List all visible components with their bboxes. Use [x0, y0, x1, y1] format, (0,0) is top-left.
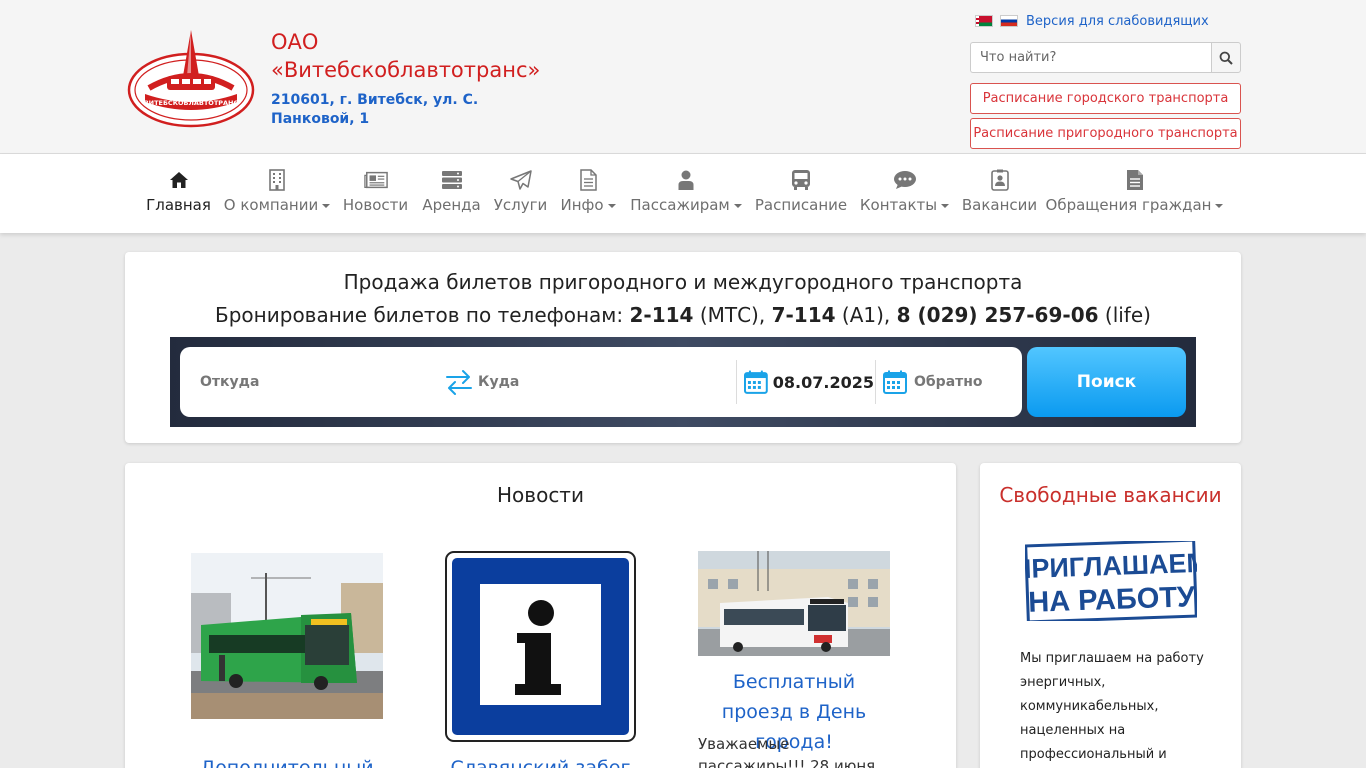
- hiring-stamp-image[interactable]: ПРИГЛАШАЕМ НА РАБОТУ: [1025, 541, 1197, 621]
- news-excerpt-3: Уважаемые пассажиры!!! 28 июня: [698, 735, 876, 768]
- nav-item-about[interactable]: О компании: [223, 168, 331, 220]
- user-icon: [678, 170, 694, 190]
- nav-item-info[interactable]: Инфо: [560, 168, 616, 220]
- nav-item-contacts[interactable]: Контакты: [859, 168, 950, 220]
- nav-label: О компании: [223, 196, 319, 214]
- russia-flag-icon[interactable]: [1000, 15, 1018, 27]
- company-address: 210601, г. Витебск, ул. С. Панковой, 1: [271, 92, 479, 127]
- company-name-line2: «Витебскоблавтотранс»: [271, 58, 541, 82]
- id-badge-icon: [990, 169, 1009, 191]
- chevron-down-icon: [733, 203, 742, 208]
- site-header: ВИТЕБСКОБЛАВТОТРАНС ОАО «Витебскоблавтот…: [0, 0, 1366, 154]
- departure-date-value: 08.07.2025: [772, 372, 874, 392]
- nav-label: Вакансии: [961, 196, 1038, 214]
- news-image-green-bus[interactable]: [191, 553, 383, 719]
- news-panel: Новости Дополнительный Славянский забег: [125, 463, 956, 768]
- vacancies-text: Мы приглашаем на работу энергичных, комм…: [1020, 651, 1204, 762]
- ticket-sales-panel: Продажа билетов пригородного и междугоро…: [125, 252, 1241, 443]
- company-name[interactable]: ОАО «Витебскоблавтотранс»: [271, 28, 571, 84]
- news-image-info-sign[interactable]: [445, 551, 636, 742]
- ticket-search-button[interactable]: Поиск: [1027, 347, 1186, 417]
- field-divider: [736, 360, 737, 404]
- chevron-down-icon: [322, 203, 331, 208]
- nav-item-schedule[interactable]: Расписание: [754, 168, 848, 220]
- ticket-search-form: Откуда Куда 08.07.2025 Обратно: [180, 347, 1022, 417]
- calendar-icon: [883, 370, 907, 394]
- low-vision-link[interactable]: Версия для слабовидящих: [1026, 14, 1209, 29]
- nav-label: Услуги: [493, 196, 548, 214]
- phone-a1[interactable]: 7-114: [772, 303, 836, 327]
- search-input[interactable]: [970, 42, 1211, 73]
- nav-label: Обращения граждан: [1045, 196, 1212, 214]
- nav-label: Расписание: [754, 196, 848, 214]
- phone-life[interactable]: 8 (029) 257-69-06: [897, 303, 1099, 327]
- nav-label: Главная: [146, 196, 211, 214]
- nav-label: Пассажирам: [630, 196, 730, 214]
- company-logo[interactable]: ВИТЕБСКОБЛАВТОТРАНС: [127, 28, 255, 128]
- chat-icon: [893, 171, 916, 189]
- booking-phones: Бронирование билетов по телефонам: 2-114…: [215, 303, 1151, 327]
- nav-item-services[interactable]: Услуги: [493, 168, 548, 220]
- server-icon: [441, 171, 462, 189]
- nav-label: Инфо: [560, 196, 604, 214]
- phone-mts[interactable]: 2-114: [629, 303, 693, 327]
- belarus-flag-icon[interactable]: [975, 15, 993, 27]
- news-link-2[interactable]: Славянский забег: [445, 753, 636, 768]
- from-field[interactable]: Откуда: [200, 347, 440, 417]
- return-date-field[interactable]: Обратно: [883, 347, 1013, 417]
- home-icon: [169, 172, 188, 188]
- city-schedule-button[interactable]: Расписание городского транспорта: [970, 83, 1241, 114]
- building-icon: [269, 169, 285, 191]
- svg-text:НА РАБОТУ: НА РАБОТУ: [1028, 581, 1197, 619]
- news-image-trolleybus[interactable]: [698, 551, 890, 656]
- news-link-1[interactable]: Дополнительный: [191, 753, 383, 768]
- swap-arrows-icon[interactable]: [444, 368, 474, 396]
- suburban-schedule-button[interactable]: Расписание пригородного транспорта: [970, 118, 1241, 149]
- departure-date-field[interactable]: 08.07.2025: [744, 347, 874, 417]
- paper-plane-icon: [509, 170, 532, 190]
- search-form: [970, 42, 1241, 73]
- file-text-icon: [1126, 170, 1143, 190]
- ticket-sales-heading: Продажа билетов пригородного и междугоро…: [343, 270, 1023, 294]
- nav-item-rent[interactable]: Аренда: [422, 168, 481, 220]
- nav-item-passengers[interactable]: Пассажирам: [630, 168, 742, 220]
- main-navigation: Главная О компании Новости Аренда Услуги…: [0, 154, 1366, 233]
- from-placeholder: Откуда: [200, 374, 260, 390]
- language-switcher: Версия для слабовидящих: [975, 12, 1209, 30]
- calendar-icon: [744, 370, 768, 394]
- chevron-down-icon: [1215, 203, 1224, 208]
- company-name-line1: ОАО: [271, 30, 319, 54]
- vacancies-panel: Свободные вакансии ПРИГЛАШАЕМ НА РАБОТУ …: [980, 463, 1241, 768]
- newspaper-icon: [363, 171, 388, 189]
- news-title: Новости: [497, 483, 584, 507]
- bus-icon: [792, 170, 810, 190]
- search-button[interactable]: [1211, 42, 1241, 73]
- nav-label: Аренда: [422, 196, 481, 214]
- chevron-down-icon: [941, 203, 950, 208]
- chevron-down-icon: [607, 203, 616, 208]
- nav-label: Контакты: [859, 196, 938, 214]
- field-divider: [875, 360, 876, 404]
- to-field[interactable]: Куда: [444, 347, 734, 417]
- nav-item-vacancies[interactable]: Вакансии: [961, 168, 1038, 220]
- nav-item-home[interactable]: Главная: [146, 168, 211, 220]
- return-placeholder: Обратно: [914, 374, 983, 390]
- vacancies-title[interactable]: Свободные вакансии: [980, 482, 1241, 508]
- nav-item-appeals[interactable]: Обращения граждан: [1046, 168, 1224, 220]
- search-icon: [1219, 51, 1233, 65]
- document-icon: [580, 169, 597, 191]
- ticket-search-widget: Откуда Куда 08.07.2025 Обратно Поиск: [170, 337, 1196, 427]
- to-placeholder: Куда: [478, 374, 520, 390]
- nav-item-news[interactable]: Новости: [343, 168, 408, 220]
- svg-text:ВИТЕБСКОБЛАВТОТРАНС: ВИТЕБСКОБЛАВТОТРАНС: [144, 99, 239, 107]
- nav-label: Новости: [342, 196, 409, 214]
